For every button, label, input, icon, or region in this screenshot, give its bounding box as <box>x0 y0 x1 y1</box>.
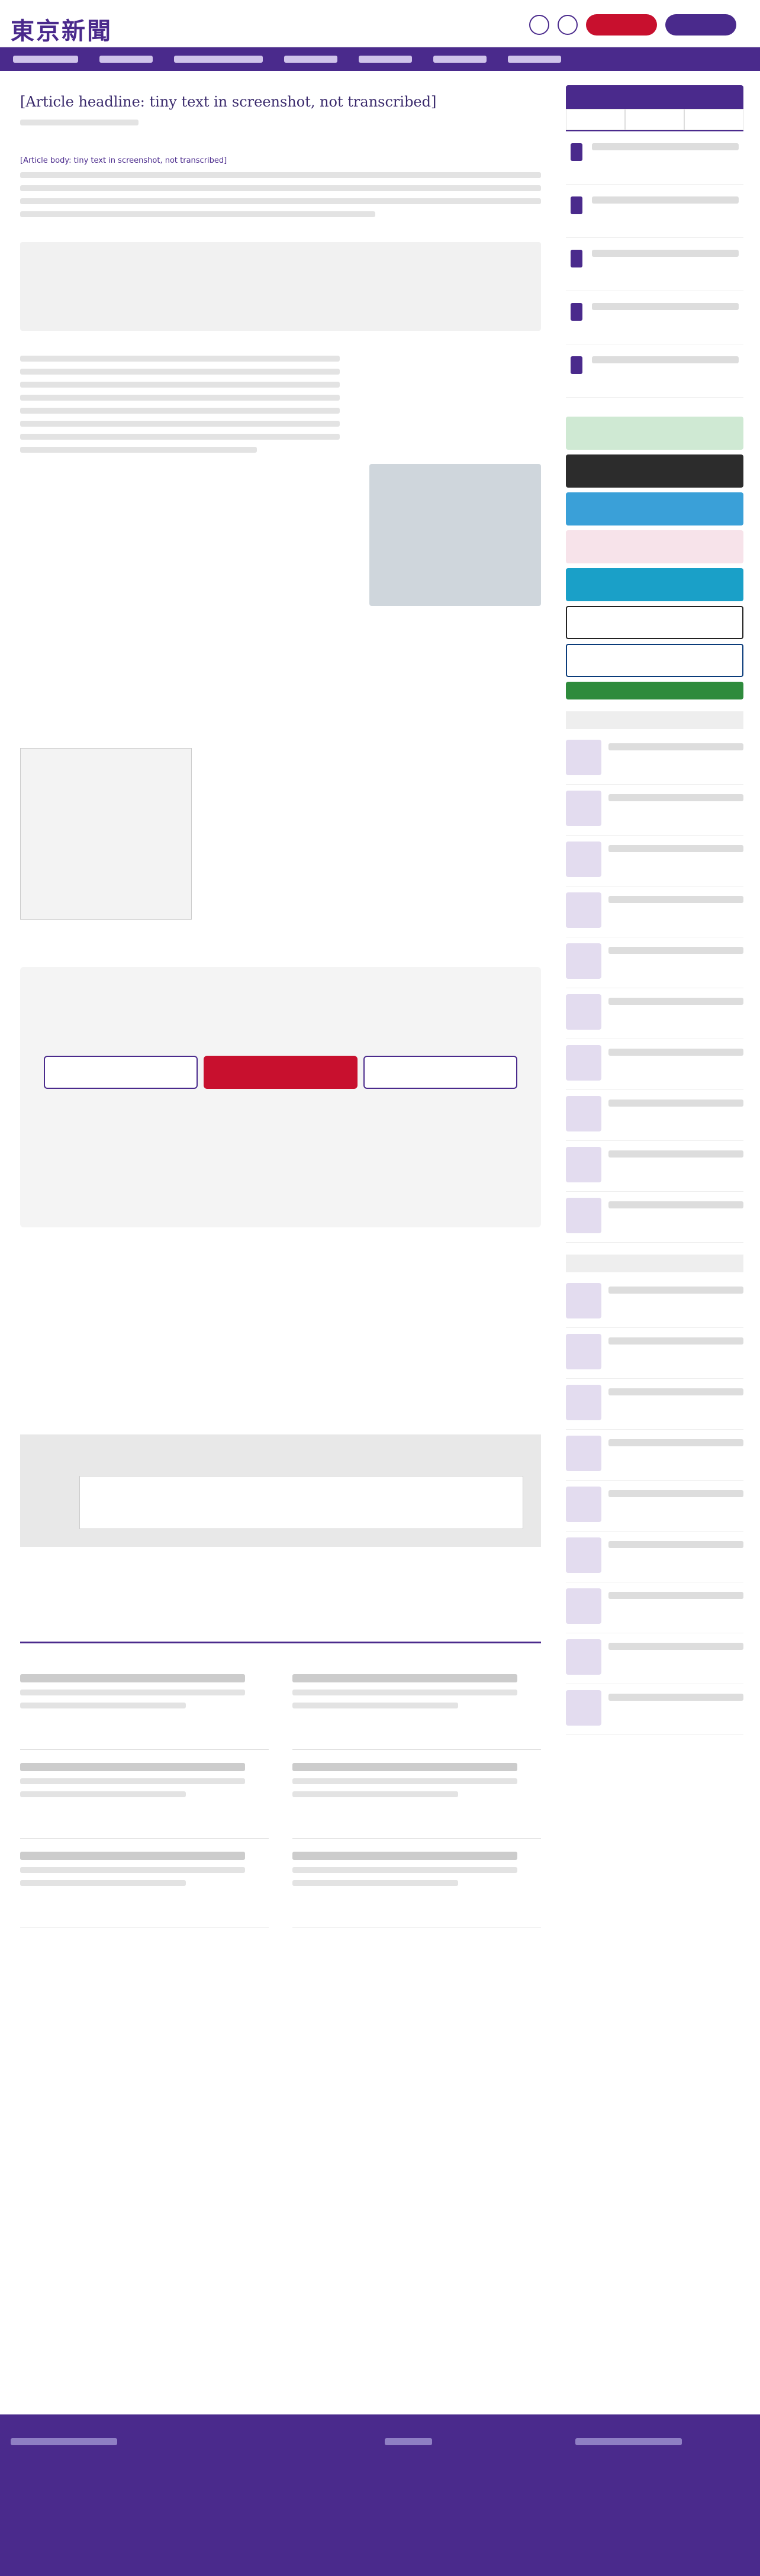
info-box <box>20 242 541 331</box>
footer-col-1 <box>11 2438 117 2445</box>
nav-item-2[interactable] <box>99 56 153 63</box>
paywall-box <box>20 967 541 1227</box>
ranking-tab-1[interactable] <box>566 109 625 130</box>
footer-col-3 <box>575 2438 682 2445</box>
free-register-button[interactable] <box>44 1056 198 1089</box>
article-photo <box>369 464 541 606</box>
main-nav <box>0 47 760 71</box>
pr-item[interactable] <box>566 1481 743 1532</box>
paid-register-button[interactable] <box>204 1056 358 1089</box>
event-item[interactable] <box>566 988 743 1039</box>
news-item[interactable] <box>20 1756 269 1839</box>
pr-item[interactable] <box>566 1582 743 1633</box>
promo-banner[interactable] <box>566 454 743 488</box>
promo-banner[interactable] <box>566 492 743 525</box>
header-actions <box>529 14 736 36</box>
pr-item[interactable] <box>566 1532 743 1582</box>
event-item[interactable] <box>566 1141 743 1192</box>
site-footer <box>0 2414 760 2576</box>
pr-item[interactable] <box>566 1328 743 1379</box>
nav-item-5[interactable] <box>359 56 412 63</box>
footer-col-2 <box>385 2438 432 2445</box>
event-item[interactable] <box>566 886 743 937</box>
promo-banner[interactable] <box>566 417 743 450</box>
promo-banner[interactable] <box>566 606 743 639</box>
ranking-tab-3[interactable] <box>684 109 743 130</box>
nav-item-1[interactable] <box>13 56 78 63</box>
page-body: [Article headline: tiny text in screensh… <box>0 71 760 2438</box>
ranking-tabs <box>566 109 743 131</box>
comment-box <box>20 1434 541 1547</box>
pr-item[interactable] <box>566 1684 743 1735</box>
article-column: [Article headline: tiny text in screensh… <box>20 85 541 1927</box>
ranking-tab-2[interactable] <box>625 109 684 130</box>
article-illustration <box>20 748 192 920</box>
events-header <box>566 711 743 729</box>
promo-banner[interactable] <box>566 568 743 601</box>
search-icon[interactable] <box>529 15 549 35</box>
promo-banner[interactable] <box>566 530 743 563</box>
latest-news <box>20 1642 541 1937</box>
pr-events-header <box>566 1255 743 1272</box>
site-logo[interactable]: 東京新聞 <box>11 12 112 46</box>
pr-item[interactable] <box>566 1277 743 1328</box>
nav-item-6[interactable] <box>433 56 487 63</box>
pr-item[interactable] <box>566 1430 743 1481</box>
event-item[interactable] <box>566 734 743 785</box>
promo-banner[interactable] <box>566 644 743 677</box>
pr-item[interactable] <box>566 1633 743 1684</box>
event-item[interactable] <box>566 836 743 886</box>
site-header: 東京新聞 <box>0 0 760 47</box>
login-to-read-button[interactable] <box>363 1056 517 1089</box>
sidebar <box>566 85 743 1735</box>
pr-item[interactable] <box>566 1379 743 1430</box>
login-button[interactable] <box>665 14 736 36</box>
ranking-item[interactable] <box>566 291 743 344</box>
article-title: [Article headline: tiny text in screensh… <box>20 94 437 110</box>
ranking-header <box>566 85 743 109</box>
ranking-item[interactable] <box>566 238 743 291</box>
article-body: [Article body: tiny text in screenshot, … <box>20 156 227 165</box>
settings-icon[interactable] <box>558 15 578 35</box>
event-item[interactable] <box>566 1192 743 1243</box>
ranking-item[interactable] <box>566 131 743 185</box>
news-item[interactable] <box>292 1756 541 1839</box>
event-item[interactable] <box>566 1039 743 1090</box>
nav-item-7[interactable] <box>508 56 561 63</box>
event-item[interactable] <box>566 1090 743 1141</box>
promo-banner[interactable] <box>566 682 743 699</box>
ranking-item[interactable] <box>566 344 743 398</box>
register-button[interactable] <box>586 14 657 36</box>
news-item[interactable] <box>292 1667 541 1750</box>
event-item[interactable] <box>566 785 743 836</box>
ranking-item[interactable] <box>566 185 743 238</box>
news-item[interactable] <box>20 1845 269 1927</box>
comment-input[interactable] <box>79 1476 523 1529</box>
event-item[interactable] <box>566 937 743 988</box>
news-item[interactable] <box>20 1667 269 1750</box>
nav-item-4[interactable] <box>284 56 337 63</box>
news-item[interactable] <box>292 1845 541 1927</box>
nav-item-3[interactable] <box>174 56 263 63</box>
